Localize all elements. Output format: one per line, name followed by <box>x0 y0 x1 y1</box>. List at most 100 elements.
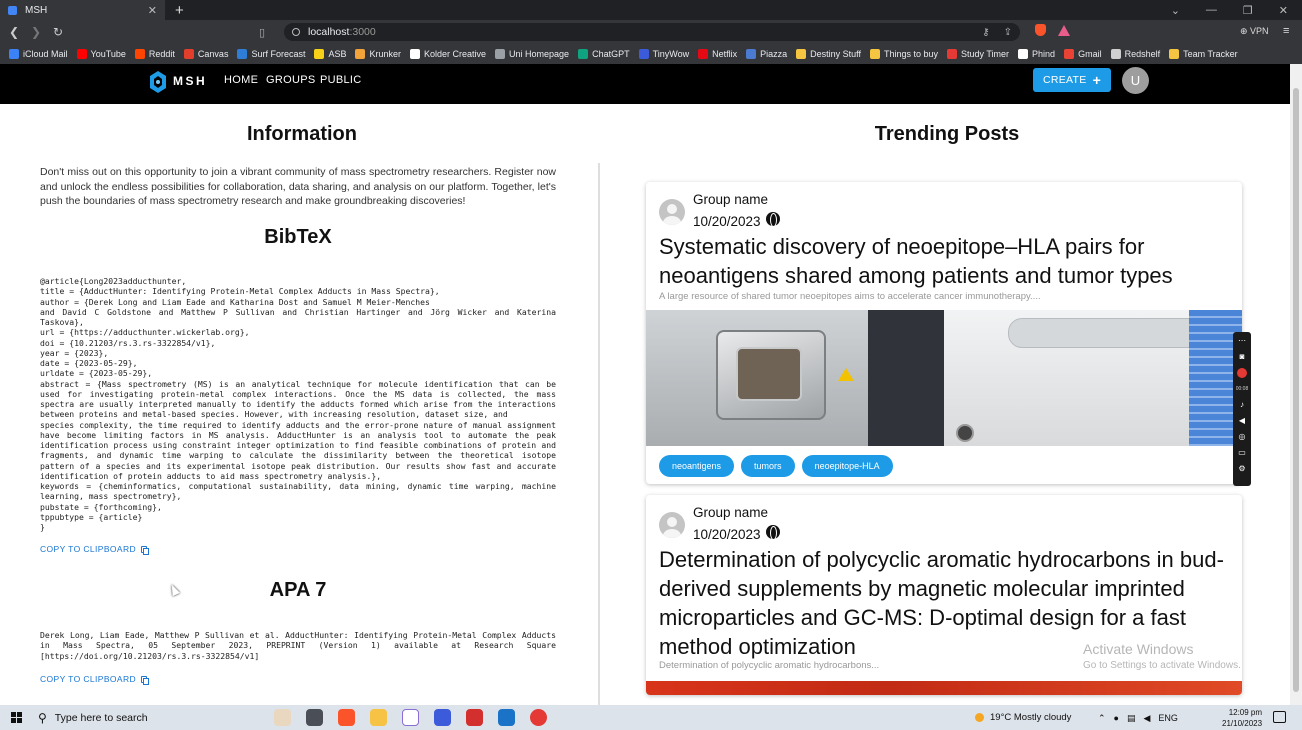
bookmark-label: Piazza <box>760 49 788 59</box>
brave-rewards-icon[interactable] <box>1058 24 1070 36</box>
brave-shield-icon[interactable] <box>1035 24 1046 36</box>
close-tab-icon[interactable]: ✕ <box>148 4 157 17</box>
bibtex-heading: BibTeX <box>264 226 332 248</box>
bookmark-item[interactable]: ChatGPT <box>578 49 630 59</box>
minimize-icon[interactable]: — <box>1206 4 1217 17</box>
tag-chip[interactable]: neoantigens <box>659 455 735 477</box>
bookmark-item[interactable]: Team Tracker <box>1169 49 1238 59</box>
group-name[interactable]: Group name <box>693 192 768 207</box>
post-card[interactable]: Group name 10/20/2023 Systematic discove… <box>646 182 1242 484</box>
bookmark-label: Reddit <box>148 49 175 59</box>
screen-icon[interactable]: ▭ <box>1238 448 1246 458</box>
tab-search-icon[interactable]: ⌄ <box>1171 4 1180 17</box>
forward-icon[interactable]: ❯ <box>25 25 47 39</box>
network-icon[interactable]: ▤ <box>1127 713 1136 724</box>
bookmark-item[interactable]: Kolder Creative <box>410 49 486 59</box>
bookmark-item[interactable]: TinyWow <box>638 49 689 59</box>
bookmark-item[interactable]: Destiny Stuff <box>796 49 861 59</box>
bookmark-item[interactable]: Canvas <box>183 49 228 59</box>
recorder-menu-icon[interactable]: ⋯ <box>1238 336 1246 346</box>
bookmark-favicon-icon <box>578 49 589 59</box>
tag-chip[interactable]: neoepitope-HLA <box>801 455 893 477</box>
bookmark-favicon-icon <box>1169 49 1180 59</box>
browser-menu-icon[interactable]: ≡ <box>1283 25 1289 37</box>
new-tab-button[interactable]: + <box>175 2 184 19</box>
bookmark-item[interactable]: Phind <box>1018 49 1055 59</box>
app-icon[interactable] <box>466 709 483 726</box>
user-avatar[interactable]: U <box>1122 67 1149 94</box>
task-view-icon[interactable] <box>306 709 323 726</box>
bookmark-item[interactable]: Netflix <box>698 49 737 59</box>
nav-groups[interactable]: GROUPS <box>266 74 315 86</box>
bookmark-page-icon[interactable]: ▯ <box>259 26 265 39</box>
scrollbar-thumb[interactable] <box>1293 88 1299 692</box>
group-name[interactable]: Group name <box>693 505 768 520</box>
bookmark-item[interactable]: Gmail <box>1064 49 1102 59</box>
weather-widget[interactable]: 19°C Mostly cloudy <box>975 705 1071 730</box>
nav-public[interactable]: PUBLIC <box>320 74 362 86</box>
volume-icon[interactable]: ◀ <box>1144 713 1151 724</box>
app-icon[interactable] <box>434 709 451 726</box>
bookmark-item[interactable]: Reddit <box>134 49 175 59</box>
back-icon[interactable]: ❮ <box>3 25 25 39</box>
create-button[interactable]: CREATE + <box>1033 68 1111 92</box>
file-explorer-icon[interactable] <box>370 709 387 726</box>
tray-icon[interactable]: ● <box>1114 713 1119 724</box>
address-bar-row: ❮ ❯ ↻ ▯ localhost:3000 ⚷ ⇪ ⊕ VPN ≡ <box>0 20 1302 44</box>
plus-icon: + <box>1092 72 1102 88</box>
bookmark-item[interactable]: ASB <box>314 49 346 59</box>
bookmark-item[interactable]: Study Timer <box>947 49 1009 59</box>
nav-home[interactable]: HOME <box>224 74 258 86</box>
bookmark-favicon-icon <box>1110 49 1121 59</box>
copy-bibtex-button[interactable]: COPY TO CLIPBOARD <box>40 544 150 555</box>
copy-icon <box>141 675 150 685</box>
brave-browser-icon[interactable] <box>338 709 355 726</box>
bookmark-favicon-icon <box>314 49 325 59</box>
settings-gear-icon[interactable]: ⚙ <box>1238 464 1245 474</box>
bookmark-item[interactable]: Krunker <box>355 49 401 59</box>
bookmark-item[interactable]: Piazza <box>746 49 787 59</box>
chevron-up-icon[interactable]: ⌃ <box>1098 713 1106 724</box>
zoom-icon[interactable]: ◎ <box>1239 432 1246 442</box>
restore-icon[interactable]: ❐ <box>1243 4 1253 17</box>
vscode-icon[interactable] <box>498 709 515 726</box>
page-scrollbar[interactable] <box>1290 64 1302 705</box>
bookmark-item[interactable]: Uni Homepage <box>495 49 569 59</box>
app-icon[interactable] <box>402 709 419 726</box>
password-key-icon[interactable]: ⚷ <box>982 27 989 38</box>
bookmark-item[interactable]: YouTube <box>76 49 126 59</box>
taskbar-search[interactable]: ⚲ Type here to search <box>38 705 228 730</box>
group-avatar-icon[interactable] <box>659 199 685 225</box>
bookmark-favicon-icon <box>1064 49 1075 59</box>
url-field[interactable]: localhost:3000 ⚷ ⇪ <box>284 23 1020 41</box>
bookmark-item[interactable]: Things to buy <box>870 49 938 59</box>
tag-chip[interactable]: tumors <box>741 455 795 477</box>
bookmark-item[interactable]: Redshelf <box>1110 49 1160 59</box>
msh-logo-icon[interactable] <box>149 70 167 94</box>
camera-icon[interactable]: ◙ <box>1240 352 1245 362</box>
share-icon[interactable]: ⇪ <box>1004 27 1012 38</box>
language-indicator[interactable]: ENG <box>1158 713 1178 724</box>
tag-list: neoantigens tumors neoepitope-HLA <box>659 455 893 477</box>
microphone-icon[interactable]: ♪ <box>1240 400 1244 410</box>
record-icon[interactable] <box>1237 368 1247 378</box>
speaker-icon[interactable]: ◀ <box>1239 416 1245 426</box>
brand-name[interactable]: MSH <box>173 74 207 88</box>
cortana-icon[interactable] <box>274 709 291 726</box>
group-avatar-icon[interactable] <box>659 512 685 538</box>
bookmark-item[interactable]: Surf Forecast <box>237 49 305 59</box>
taskbar-clock[interactable]: 12:09 pm 21/10/2023 <box>1222 707 1262 729</box>
close-window-icon[interactable]: ✕ <box>1279 4 1288 17</box>
search-icon: ⚲ <box>38 710 47 725</box>
windows-start-icon[interactable] <box>11 712 22 723</box>
copy-apa-button[interactable]: COPY TO CLIPBOARD <box>40 674 150 685</box>
reload-icon[interactable]: ↻ <box>47 25 69 39</box>
post-title[interactable]: Systematic discovery of neoepitope–HLA p… <box>659 232 1234 290</box>
notifications-icon[interactable] <box>1273 711 1286 723</box>
bookmark-item[interactable]: iCloud Mail <box>9 49 68 59</box>
vpn-button[interactable]: ⊕ VPN <box>1240 26 1269 37</box>
record-app-icon[interactable] <box>530 709 547 726</box>
information-heading: Information <box>247 123 357 145</box>
site-info-icon[interactable] <box>292 28 300 36</box>
browser-tab[interactable]: MSH ✕ <box>0 0 165 20</box>
